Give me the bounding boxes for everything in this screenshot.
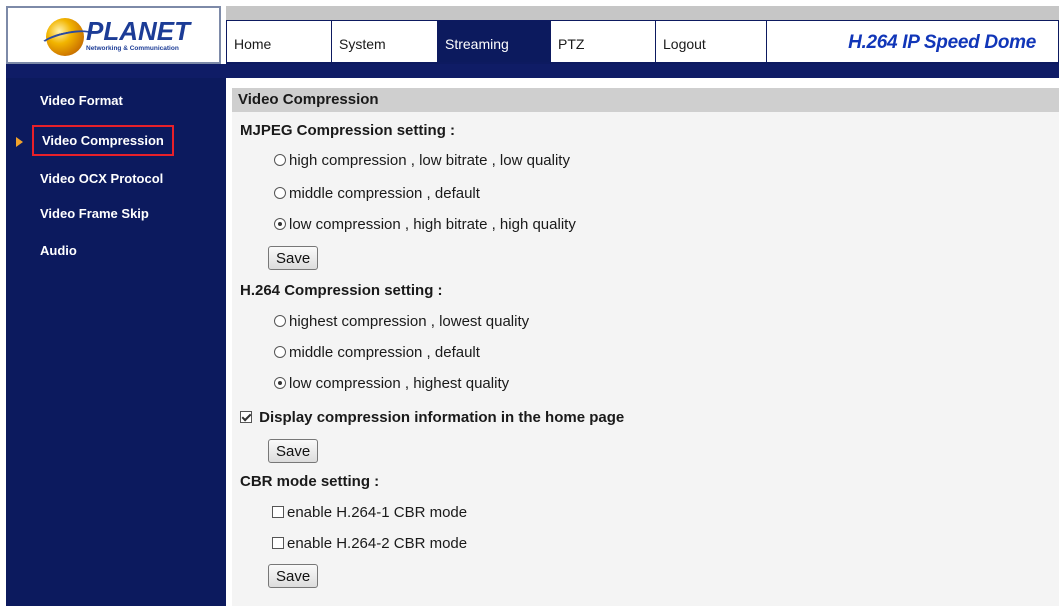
header-grey-strip [226, 6, 1059, 20]
logo: PLANET Networking & Communication [6, 6, 221, 64]
nav-streaming[interactable]: Streaming [437, 20, 550, 62]
logo-tagline: Networking & Communication [86, 45, 179, 52]
checkbox[interactable] [272, 537, 284, 549]
h264-option-low-label: low compression , highest quality [289, 375, 510, 392]
mjpeg-option-low-label: low compression , high bitrate , high qu… [289, 216, 576, 233]
display-save-button[interactable]: Save [268, 439, 319, 463]
nav-logout[interactable]: Logout [655, 20, 766, 62]
cbr-save-button[interactable]: Save [268, 564, 319, 588]
cbr-h264-1-option[interactable]: enable H.264-1 CBR mode [272, 504, 467, 521]
h264-option-middle-label: middle compression , default [289, 344, 480, 361]
logo-mark: PLANET Networking & Communication [46, 16, 196, 56]
sidebar-item-video-compression[interactable]: Video Compression [32, 125, 174, 156]
cbr-h264-1-label: enable H.264-1 CBR mode [287, 504, 468, 521]
mjpeg-option-high-label: high compression , low bitrate , low qua… [289, 152, 570, 169]
display-info-label: Display compression information in the h… [259, 409, 625, 426]
main-panel: Video Compression MJPEG Compression sett… [232, 88, 1059, 606]
mjpeg-save-button[interactable]: Save [268, 246, 319, 270]
h264-option-highest-label: highest compression , lowest quality [289, 313, 530, 330]
h264-section-title: H.264 Compression setting : [240, 282, 443, 299]
sidebar-item-video-frame-skip[interactable]: Video Frame Skip [40, 206, 149, 221]
h264-option-low[interactable]: low compression , highest quality [274, 375, 509, 392]
mjpeg-option-high[interactable]: high compression , low bitrate , low qua… [274, 152, 570, 169]
sidebar: Video Format Video Compression Video OCX… [6, 78, 226, 606]
radio-button[interactable] [274, 315, 286, 327]
logo-name: PLANET [86, 16, 190, 46]
cbr-section-title: CBR mode setting : [240, 473, 380, 490]
sidebar-item-video-format[interactable]: Video Format [40, 93, 123, 108]
nav-ptz[interactable]: PTZ [550, 20, 655, 62]
sidebar-item-audio[interactable]: Audio [40, 243, 77, 258]
header-band [6, 64, 1059, 78]
mjpeg-option-middle[interactable]: middle compression , default [274, 185, 480, 202]
product-title: H.264 IP Speed Dome [766, 20, 1059, 62]
globe-icon [46, 18, 84, 56]
radio-button-selected[interactable] [274, 377, 286, 389]
mjpeg-section-title: MJPEG Compression setting : [240, 122, 456, 139]
nav-home[interactable]: Home [226, 20, 331, 62]
radio-button[interactable] [274, 154, 286, 166]
display-info-checkbox[interactable]: Display compression information in the h… [240, 409, 624, 426]
top-nav: Home System Streaming PTZ Logout H.264 I… [226, 20, 1059, 64]
mjpeg-option-middle-label: middle compression , default [289, 185, 480, 202]
h264-option-middle[interactable]: middle compression , default [274, 344, 480, 361]
checkbox-checked[interactable] [240, 411, 252, 423]
radio-button[interactable] [274, 346, 286, 358]
radio-button[interactable] [274, 187, 286, 199]
radio-button-selected[interactable] [274, 218, 286, 230]
mjpeg-option-low[interactable]: low compression , high bitrate , high qu… [274, 216, 576, 233]
nav-system[interactable]: System [331, 20, 437, 62]
checkbox[interactable] [272, 506, 284, 518]
h264-option-highest[interactable]: highest compression , lowest quality [274, 313, 529, 330]
sidebar-item-video-ocx-protocol[interactable]: Video OCX Protocol [40, 171, 163, 186]
cbr-h264-2-option[interactable]: enable H.264-2 CBR mode [272, 535, 467, 552]
triangle-right-icon [16, 137, 23, 147]
cbr-h264-2-label: enable H.264-2 CBR mode [287, 535, 468, 552]
page-title: Video Compression [232, 88, 1059, 112]
